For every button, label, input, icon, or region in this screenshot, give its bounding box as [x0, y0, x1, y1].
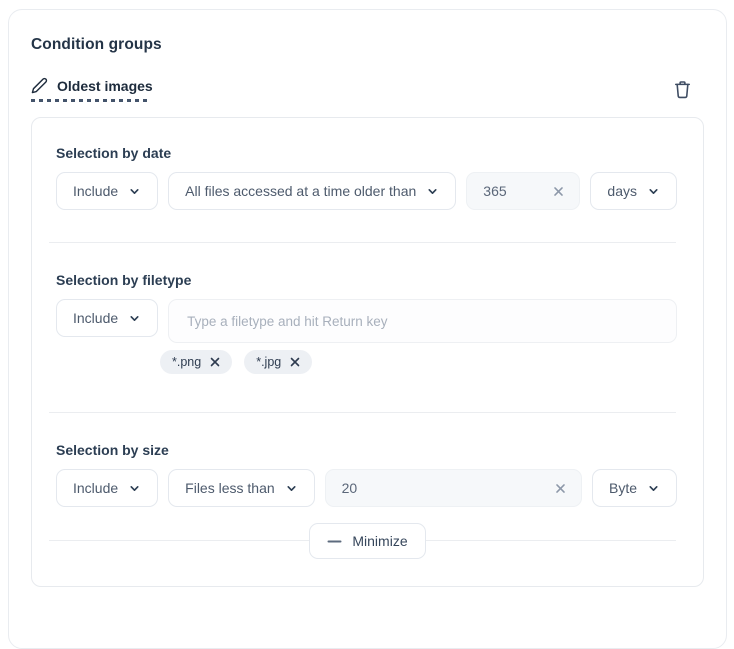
- size-include-value: Include: [73, 480, 118, 496]
- filetype-tag-label: *.jpg: [256, 355, 281, 369]
- section-size-label: Selection by size: [56, 442, 677, 458]
- size-unit-value: Byte: [609, 480, 637, 496]
- size-clear-button[interactable]: [554, 482, 567, 495]
- date-value-field: [466, 172, 580, 210]
- page-title: Condition groups: [31, 36, 705, 54]
- date-criteria-value: All files accessed at a time older than: [185, 183, 416, 199]
- date-include-select[interactable]: Include: [56, 172, 158, 210]
- filetype-tag: *.jpg: [244, 350, 312, 374]
- section-date-label: Selection by date: [56, 145, 677, 161]
- size-value-field: [325, 469, 582, 507]
- chevron-down-icon: [128, 482, 141, 495]
- filetype-tags: *.png *.jpg: [160, 350, 677, 374]
- size-criteria-select[interactable]: Files less than: [168, 469, 314, 507]
- chevron-down-icon: [285, 482, 298, 495]
- chevron-down-icon: [128, 312, 141, 325]
- filetype-include-select[interactable]: Include: [56, 299, 158, 337]
- date-include-value: Include: [73, 183, 118, 199]
- minimize-label: Minimize: [352, 533, 407, 549]
- section-filetype-label: Selection by filetype: [56, 272, 677, 288]
- size-value-input[interactable]: [342, 480, 554, 496]
- chevron-down-icon: [647, 482, 660, 495]
- x-icon: [552, 185, 565, 198]
- x-icon: [290, 357, 300, 367]
- section-size-row: Include Files less than: [56, 469, 677, 507]
- delete-group-button[interactable]: [673, 79, 692, 100]
- tag-remove-button[interactable]: [210, 357, 220, 367]
- chevron-down-icon: [426, 185, 439, 198]
- trash-icon: [673, 79, 692, 100]
- x-icon: [210, 357, 220, 367]
- condition-group-panel: Selection by date Include All files acce…: [31, 117, 704, 587]
- condition-groups-card: Condition groups Oldest images Selection…: [8, 9, 727, 649]
- date-clear-button[interactable]: [552, 185, 565, 198]
- group-name-line[interactable]: Oldest images: [31, 77, 153, 94]
- minimize-button[interactable]: Minimize: [309, 523, 425, 559]
- pencil-icon[interactable]: [31, 77, 48, 94]
- filetype-tag: *.png: [160, 350, 232, 374]
- tag-remove-button[interactable]: [290, 357, 300, 367]
- filetype-include-value: Include: [73, 310, 118, 326]
- chevron-down-icon: [128, 185, 141, 198]
- size-criteria-value: Files less than: [185, 480, 274, 496]
- date-unit-value: days: [607, 183, 637, 199]
- section-filetype-row: Include: [56, 299, 677, 343]
- group-name-editable[interactable]: Oldest images: [31, 77, 153, 102]
- date-criteria-select[interactable]: All files accessed at a time older than: [168, 172, 456, 210]
- minimize-row: Minimize: [32, 523, 703, 559]
- section-date: Selection by date Include All files acce…: [32, 118, 703, 210]
- chevron-down-icon: [647, 185, 660, 198]
- group-name: Oldest images: [57, 78, 153, 94]
- section-size: Selection by size Include Files less tha…: [32, 413, 703, 507]
- size-include-select[interactable]: Include: [56, 469, 158, 507]
- section-filetype: Selection by filetype Include *.png: [32, 243, 703, 374]
- x-icon: [554, 482, 567, 495]
- filetype-input[interactable]: [185, 313, 660, 330]
- minus-icon: [327, 540, 342, 543]
- section-date-row: Include All files accessed at a time old…: [56, 172, 677, 210]
- filetype-tag-label: *.png: [172, 355, 201, 369]
- group-name-underline: [31, 99, 149, 102]
- group-header: Oldest images: [30, 77, 705, 102]
- date-unit-select[interactable]: days: [590, 172, 677, 210]
- size-unit-select[interactable]: Byte: [592, 469, 677, 507]
- filetype-input-field: [168, 299, 677, 343]
- date-value-input[interactable]: [483, 183, 552, 199]
